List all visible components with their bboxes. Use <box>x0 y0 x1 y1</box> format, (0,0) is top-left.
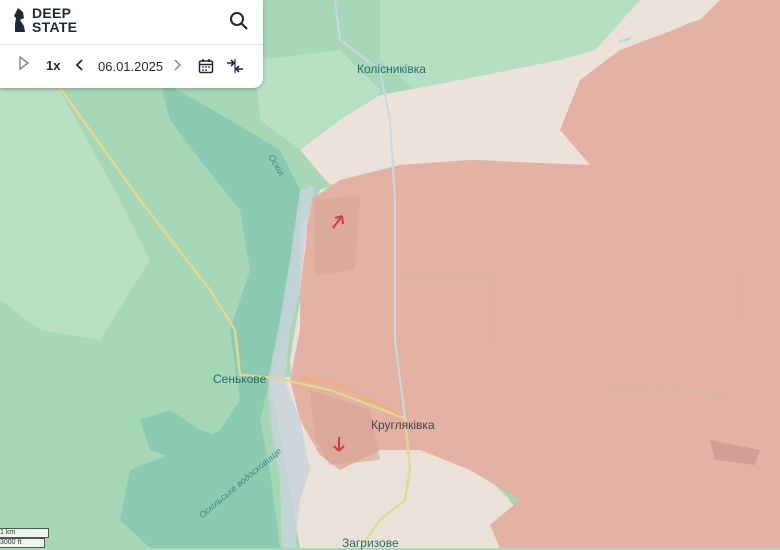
search-icon[interactable] <box>228 10 250 32</box>
compare-icon[interactable] <box>225 58 245 74</box>
scale-ft: 3000 ft <box>0 538 45 548</box>
map-scale: 1 km 3000 ft <box>0 528 50 548</box>
scale-km: 1 km <box>0 528 49 538</box>
control-panel: DEEP STATE 1x 06.01.2025 <box>0 0 263 88</box>
panel-divider <box>0 44 263 45</box>
settlement-area <box>315 195 360 275</box>
place-label-kolisnykivka[interactable]: Колісниківка <box>357 62 426 76</box>
logo-line1: DEEP <box>32 5 72 21</box>
logo-line2: STATE <box>32 19 78 35</box>
place-label-senkove[interactable]: Сеньковe <box>213 372 266 386</box>
deepstate-logo[interactable]: DEEP STATE <box>12 6 77 34</box>
calendar-icon[interactable] <box>198 58 214 74</box>
place-label-kruhliakivka[interactable]: Кругляківка <box>371 418 435 432</box>
chevron-left-icon[interactable] <box>75 58 85 72</box>
knight-icon <box>14 8 25 32</box>
chevron-right-icon[interactable] <box>172 58 182 72</box>
date-display[interactable]: 06.01.2025 <box>98 59 163 74</box>
speed-button[interactable]: 1x <box>46 58 60 73</box>
play-icon[interactable] <box>18 56 30 70</box>
timeline-controls: 1x 06.01.2025 <box>0 48 263 84</box>
